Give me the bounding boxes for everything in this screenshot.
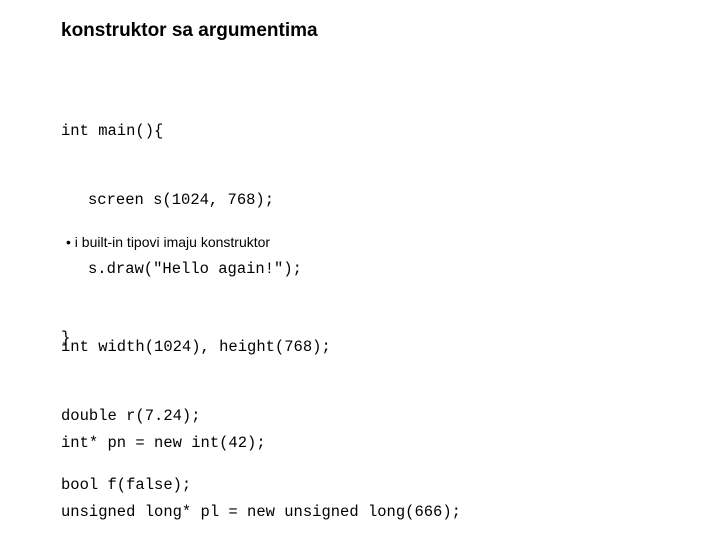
code-line: int* pn = new int(42);: [61, 434, 266, 452]
bullet-text: i built-in tipovi imaju konstruktor: [74, 234, 271, 250]
code-line: int main(){: [61, 122, 164, 140]
code-line: screen s(1024, 768);: [88, 191, 275, 209]
bullet-item: • i built-in tipovi imaju konstruktor: [66, 234, 270, 250]
code-line: int width(1024), height(768);: [61, 338, 331, 356]
code-block-new-constructors: int* pn = new int(42); unsigned long* pl…: [61, 386, 461, 547]
code-line: s.draw("Hello again!");: [88, 260, 302, 278]
bullet-icon: •: [66, 234, 71, 250]
slide-title: konstruktor sa argumentima: [61, 20, 318, 41]
code-line: unsigned long* pl = new unsigned long(66…: [61, 503, 461, 521]
